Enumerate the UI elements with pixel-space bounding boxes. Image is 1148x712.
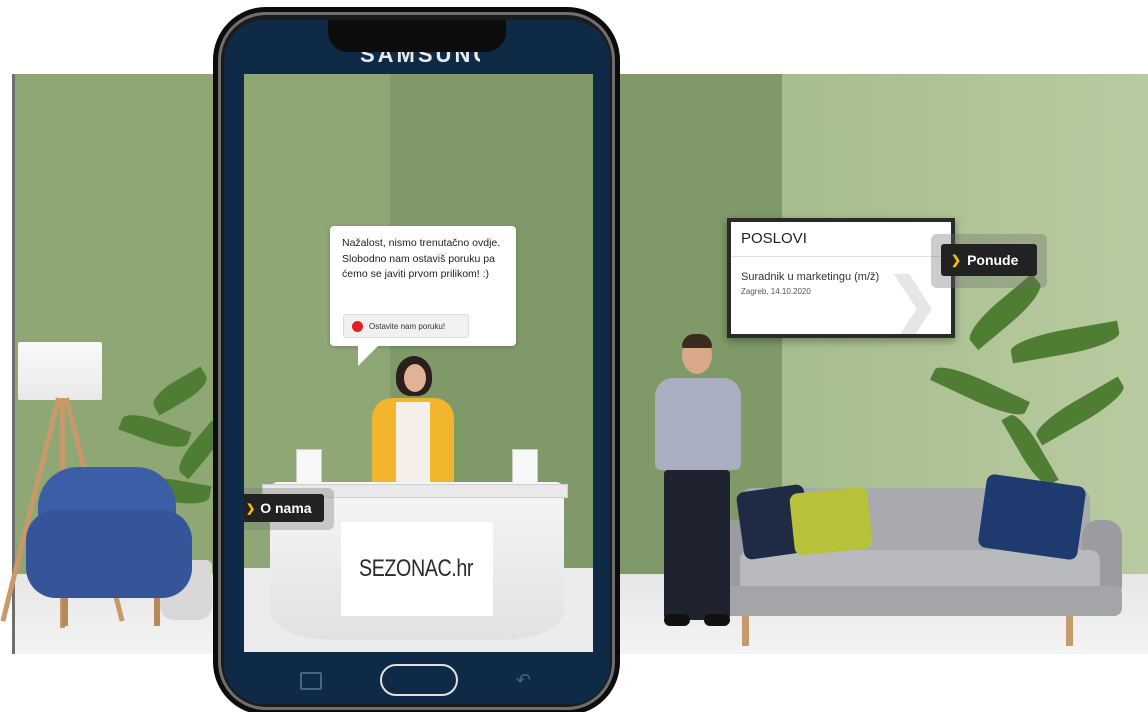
leave-message-button[interactable]: Ostavite nam poruku! xyxy=(343,314,469,338)
man-shoe xyxy=(664,614,690,626)
sofa-base xyxy=(712,586,1122,616)
chat-message: Nažalost, nismo trenutačno ovdje. Slobod… xyxy=(342,237,501,280)
company-logo-card[interactable]: SEZONAC.hr xyxy=(341,522,493,616)
desk-monitor xyxy=(296,449,322,485)
armchair-leg xyxy=(62,598,68,626)
desk-monitor xyxy=(512,449,538,485)
record-dot-icon xyxy=(352,320,363,332)
sofa-leg xyxy=(1066,616,1073,646)
jobs-board[interactable]: POSLOVI Suradnik u marketingu (m/ž) Zagr… xyxy=(727,218,955,338)
man-avatar xyxy=(655,378,741,470)
offers-button[interactable]: ❯ Ponude xyxy=(941,244,1037,276)
floor-lamp xyxy=(18,342,102,400)
chevron-right-icon: ❯ xyxy=(246,502,256,515)
sofa-leg xyxy=(742,616,749,646)
armchair-leg xyxy=(154,598,160,626)
chevron-right-icon: ❯ xyxy=(951,253,962,267)
offers-button-label: Ponude xyxy=(967,252,1019,268)
home-button[interactable] xyxy=(380,664,458,696)
man-shoe xyxy=(704,614,730,626)
phone-notch xyxy=(328,20,506,52)
armchair-seat xyxy=(26,510,192,598)
about-button[interactable]: ❯ O nama xyxy=(244,494,324,522)
company-logo-text: SEZONAC.hr xyxy=(359,555,474,582)
receptionist-shirt xyxy=(396,402,430,486)
receptionist-face xyxy=(404,364,426,392)
jobs-board-header: POSLOVI xyxy=(731,222,951,257)
pillow-blue xyxy=(977,473,1087,561)
man-hair xyxy=(682,334,712,348)
chat-bubble-tail xyxy=(358,344,380,366)
leave-message-label: Ostavite nam poruku! xyxy=(369,321,446,331)
recent-apps-icon[interactable] xyxy=(300,672,322,690)
back-icon[interactable]: ↶ xyxy=(516,670,531,691)
pillow-lime xyxy=(788,486,874,556)
man-legs xyxy=(664,470,730,620)
about-button-label: O nama xyxy=(260,500,312,516)
